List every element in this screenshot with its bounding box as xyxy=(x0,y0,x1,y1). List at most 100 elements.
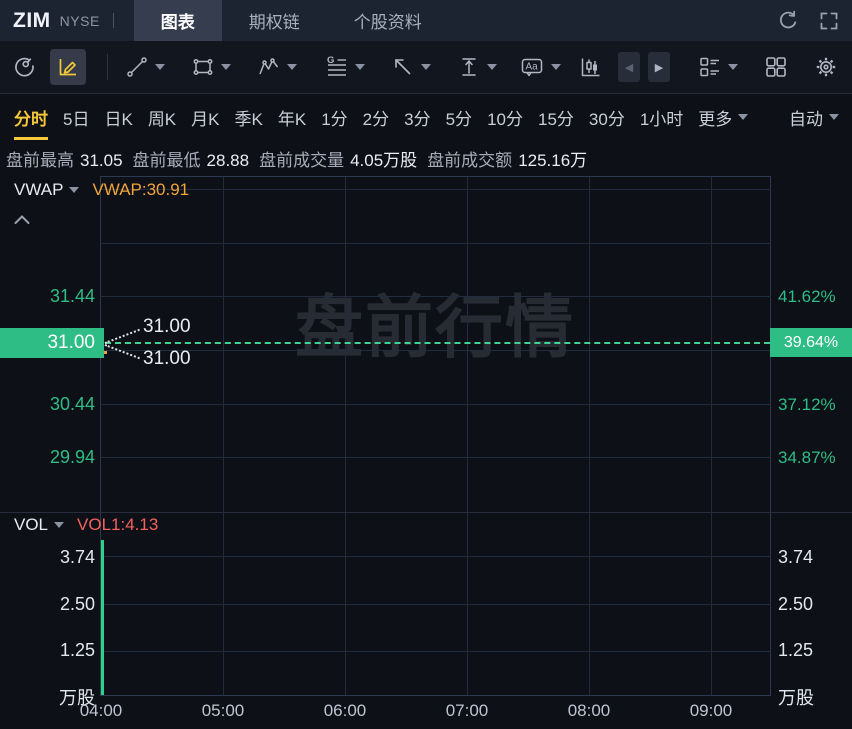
stat-premarket-turnover: 盘前成交额 125.16万 xyxy=(427,150,588,170)
caret-down-icon xyxy=(551,64,561,70)
volume-axis-label: 3.74 xyxy=(778,547,814,567)
collapse-pane-button[interactable] xyxy=(13,213,31,226)
change-percent-badge: 39.64% xyxy=(770,328,852,357)
period-label: 分时 xyxy=(14,109,48,129)
period-tab-yearly[interactable]: 年K xyxy=(278,94,306,140)
caret-down-icon xyxy=(829,114,839,120)
grid-icon xyxy=(766,57,786,77)
period-tab-5d[interactable]: 5日 xyxy=(63,94,89,140)
period-label: 5日 xyxy=(63,109,90,129)
next-arrow-icon: ▶ xyxy=(654,61,664,74)
period-tab-10m[interactable]: 10分 xyxy=(487,94,523,140)
period-tab-30m[interactable]: 30分 xyxy=(589,94,625,140)
caret-down-icon xyxy=(287,64,297,70)
percent-axis-label: 34.87% xyxy=(778,448,836,467)
period-tab-2m[interactable]: 2分 xyxy=(363,94,389,140)
gridline-vertical xyxy=(345,176,346,695)
period-label: 15分 xyxy=(537,109,574,129)
volume-axis-label: 3.74 xyxy=(59,547,95,567)
period-tab-1m[interactable]: 1分 xyxy=(321,94,347,140)
vwap-indicator-header: VWAP VWAP:30.91 xyxy=(14,180,189,200)
auto-scale-dropdown[interactable]: 自动 xyxy=(789,94,839,140)
symbol-label: ZIM xyxy=(13,8,51,32)
toolbar-divider xyxy=(107,54,108,80)
gridline-horizontal xyxy=(100,695,771,696)
vol-selector[interactable]: VOL xyxy=(14,515,48,535)
price-callout-bottom: 31.00 xyxy=(143,348,191,369)
draw-tool-button[interactable] xyxy=(50,49,86,85)
auto-scale-label: 自动 xyxy=(789,109,823,129)
gridline-horizontal xyxy=(100,457,771,458)
caret-down-icon xyxy=(221,64,231,70)
period-tab-15m[interactable]: 15分 xyxy=(538,94,574,140)
gridline-horizontal xyxy=(100,350,771,351)
tab-chart[interactable]: 图表 xyxy=(133,0,222,41)
trading-app-window: ZIM NYSE 图表 期权链 个股资料 G Aa ◀ ▶ 分时 5日 日K 周… xyxy=(0,0,852,729)
period-more-dropdown[interactable]: 更多 xyxy=(698,94,749,140)
text-annotation-tool[interactable]: Aa xyxy=(519,55,561,79)
gann-lines-tool[interactable]: G xyxy=(325,55,365,79)
caret-down-icon xyxy=(421,64,431,70)
wave-tool[interactable] xyxy=(257,55,297,79)
vwap-value: VWAP:30.91 xyxy=(92,180,190,199)
objects-list-button[interactable] xyxy=(698,55,738,79)
caret-down-icon xyxy=(355,64,365,70)
period-label: 5分 xyxy=(445,109,473,129)
shape-tool[interactable] xyxy=(191,55,231,79)
settings-button[interactable] xyxy=(814,55,838,79)
tab-option-chain[interactable]: 期权链 xyxy=(222,0,327,41)
arrow-tool[interactable] xyxy=(391,55,431,79)
gridline-horizontal xyxy=(100,189,771,190)
caret-down-icon[interactable] xyxy=(54,522,65,528)
pane-divider[interactable] xyxy=(0,512,852,513)
prev-button[interactable]: ◀ xyxy=(618,52,640,82)
time-axis-label: 06:00 xyxy=(323,701,367,720)
tab-stock-info[interactable]: 个股资料 xyxy=(327,0,449,41)
svg-text:Aa: Aa xyxy=(526,62,539,73)
period-more-label: 更多 xyxy=(698,109,733,129)
trend-line-tool[interactable] xyxy=(125,55,165,79)
volume-axis-label: 1.25 xyxy=(778,640,814,660)
caret-down-icon xyxy=(738,114,749,120)
period-tab-weekly[interactable]: 周K xyxy=(148,94,176,140)
price-callout-top: 31.00 xyxy=(143,316,191,337)
period-tab-daily[interactable]: 日K xyxy=(104,94,132,140)
period-label: 季K xyxy=(234,109,263,129)
caret-down-icon[interactable] xyxy=(69,187,80,193)
gridline-horizontal xyxy=(100,651,771,652)
vol-value: VOL1:4.13 xyxy=(77,515,159,534)
period-tab-5m[interactable]: 5分 xyxy=(446,94,472,140)
chevron-up-icon xyxy=(14,215,30,224)
period-tab-3m[interactable]: 3分 xyxy=(404,94,430,140)
gridline-vertical xyxy=(223,176,224,695)
period-tab-1h[interactable]: 1小时 xyxy=(640,94,683,140)
arrow-up-left-icon xyxy=(395,59,411,75)
fullscreen-icon[interactable] xyxy=(818,10,840,32)
measure-tool[interactable] xyxy=(457,55,497,79)
period-tab-intraday[interactable]: 分时 xyxy=(14,94,48,140)
period-tabs: 分时 5日 日K 周K 月K 季K 年K 1分 2分 3分 5分 10分 15分… xyxy=(0,94,852,140)
period-label: 年K xyxy=(277,109,307,129)
period-label: 日K xyxy=(104,109,133,129)
current-price-badge: 31.00 xyxy=(0,328,104,358)
layout-grid-button[interactable] xyxy=(764,55,788,79)
rectangle-icon xyxy=(193,59,213,75)
svg-text:G: G xyxy=(327,55,334,66)
pencil-icon xyxy=(59,59,76,76)
period-tab-monthly[interactable]: 月K xyxy=(191,94,219,140)
stat-premarket-high: 盘前最高 31.05 xyxy=(6,150,123,170)
refresh-icon[interactable] xyxy=(776,9,800,33)
time-axis-label: 07:00 xyxy=(445,701,489,720)
price-axis-label: 30.44 xyxy=(49,394,95,414)
cursor-mode-button[interactable] xyxy=(12,55,37,80)
gridline-vertical xyxy=(467,176,468,695)
period-tab-quarterly[interactable]: 季K xyxy=(235,94,263,140)
vwap-selector[interactable]: VWAP xyxy=(14,180,63,200)
prev-arrow-icon: ◀ xyxy=(624,61,634,74)
period-label: 1分 xyxy=(321,109,348,129)
topbar-divider xyxy=(112,13,114,28)
percent-axis-label: 41.62% xyxy=(778,287,836,306)
period-label: 2分 xyxy=(362,109,390,129)
next-button[interactable]: ▶ xyxy=(648,52,670,82)
chart-style-button[interactable] xyxy=(579,55,603,79)
